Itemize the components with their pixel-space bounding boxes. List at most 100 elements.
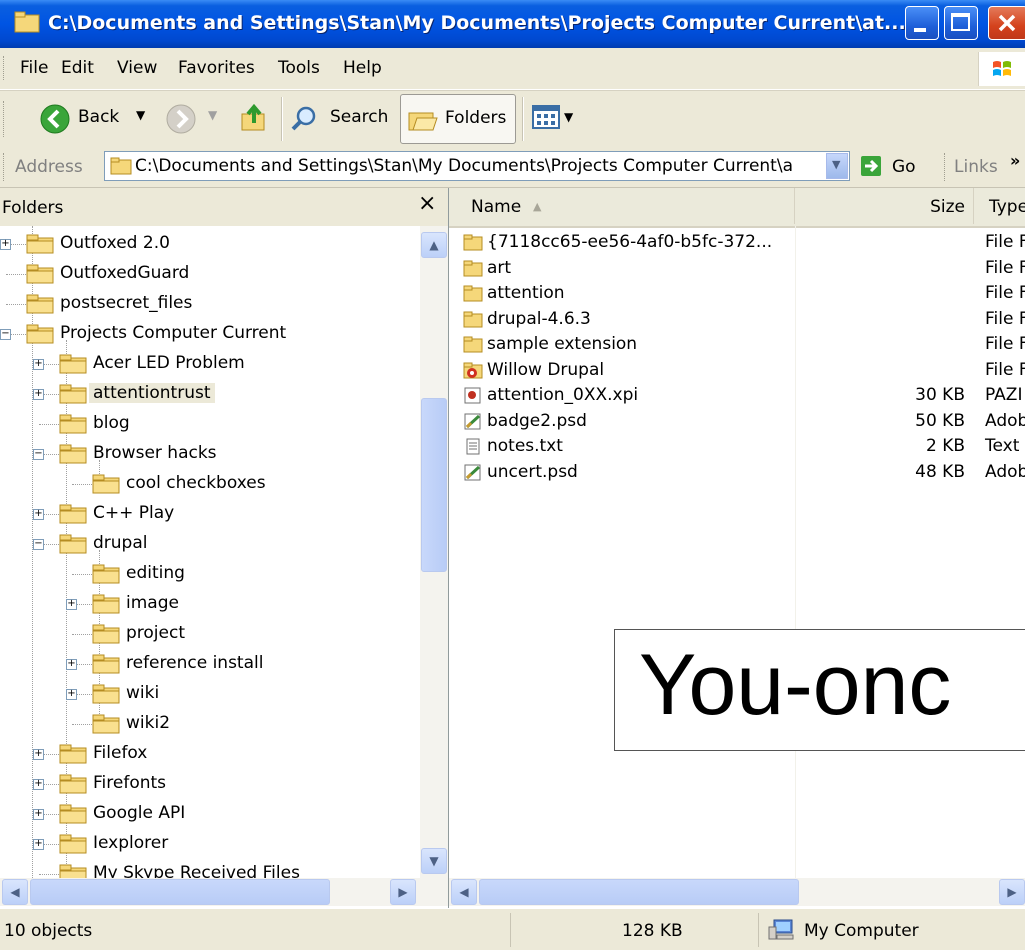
expand-icon[interactable]: +: [33, 839, 44, 850]
folder-icon: [26, 234, 54, 254]
folder-tree-horizontal-scrollbar[interactable]: ◀ ▶: [0, 878, 448, 906]
file-row[interactable]: {7118cc65-ee56-4af0-b5fc-372... File F: [459, 230, 1025, 256]
close-button[interactable]: [988, 6, 1025, 40]
back-arrow-icon: [40, 104, 70, 134]
toolbar-grip[interactable]: [3, 101, 4, 137]
links-chevron-icon[interactable]: »: [1010, 151, 1020, 170]
collapse-icon[interactable]: −: [33, 449, 44, 460]
tree-item[interactable]: + Firefonts: [0, 770, 420, 800]
file-type: PAZI: [985, 385, 1023, 405]
scroll-thumb[interactable]: [30, 879, 330, 905]
views-icon: [532, 105, 560, 129]
file-row[interactable]: Willow Drupal File F: [459, 358, 1025, 384]
scroll-right-button[interactable]: ▶: [999, 879, 1025, 905]
expand-icon[interactable]: +: [66, 689, 77, 700]
menu-tools[interactable]: Tools: [278, 58, 320, 78]
tree-item[interactable]: + Iexplorer: [0, 830, 420, 860]
addressbar-grip[interactable]: [3, 153, 4, 181]
go-label: Go: [892, 157, 916, 177]
expand-icon[interactable]: +: [33, 389, 44, 400]
file-row[interactable]: uncert.psd 48 KB Adob: [459, 460, 1025, 486]
go-button[interactable]: Go: [856, 153, 928, 181]
tree-item[interactable]: − drupal: [0, 530, 420, 560]
psd-file-icon: [463, 464, 483, 481]
forward-button[interactable]: ▼: [166, 95, 226, 141]
menu-help[interactable]: Help: [343, 58, 382, 78]
tree-item-label: cool checkboxes: [126, 473, 266, 493]
file-row[interactable]: sample extension File F: [459, 332, 1025, 358]
tree-item[interactable]: + Filefox: [0, 740, 420, 770]
tree-item[interactable]: − Projects Computer Current: [0, 320, 420, 350]
menu-view[interactable]: View: [117, 58, 157, 78]
column-header-name[interactable]: Name ▲: [449, 188, 795, 224]
tree-item[interactable]: − Browser hacks: [0, 440, 420, 470]
expand-icon[interactable]: +: [33, 779, 44, 790]
file-list-horizontal-scrollbar[interactable]: ◀ ▶: [449, 878, 1025, 906]
address-input[interactable]: C:\Documents and Settings\Stan\My Docume…: [104, 151, 850, 181]
tree-item[interactable]: + attentiontrust: [0, 380, 420, 410]
collapse-icon[interactable]: −: [33, 539, 44, 550]
address-label: Address: [15, 157, 83, 177]
file-row[interactable]: attention_0XX.xpi 30 KB PAZI: [459, 383, 1025, 409]
scroll-down-button[interactable]: ▼: [421, 848, 447, 874]
minimize-button[interactable]: [905, 6, 939, 40]
file-row[interactable]: drupal-4.6.3 File F: [459, 307, 1025, 333]
tree-item[interactable]: + C++ Play: [0, 500, 420, 530]
scroll-right-button[interactable]: ▶: [390, 879, 416, 905]
file-row[interactable]: art File F: [459, 256, 1025, 282]
tree-item[interactable]: + Google API: [0, 800, 420, 830]
expand-icon[interactable]: +: [66, 599, 77, 610]
expand-icon[interactable]: +: [0, 239, 11, 250]
scroll-left-button[interactable]: ◀: [451, 879, 477, 905]
views-button[interactable]: ▼: [530, 101, 586, 135]
links-grip[interactable]: [944, 153, 945, 181]
scroll-thumb[interactable]: [479, 879, 799, 905]
tree-item[interactable]: cool checkboxes: [0, 470, 420, 500]
expand-icon[interactable]: +: [33, 749, 44, 760]
tree-item[interactable]: OutfoxedGuard: [0, 260, 420, 290]
expand-icon[interactable]: +: [33, 809, 44, 820]
links-label[interactable]: Links: [954, 157, 998, 177]
tree-item[interactable]: + Acer LED Problem: [0, 350, 420, 380]
forward-dropdown-icon[interactable]: ▼: [208, 108, 217, 122]
expand-icon[interactable]: +: [33, 509, 44, 520]
file-row[interactable]: attention File F: [459, 281, 1025, 307]
tree-item[interactable]: blog: [0, 410, 420, 440]
menu-grip[interactable]: [3, 56, 7, 80]
expand-icon[interactable]: +: [66, 659, 77, 670]
folders-button[interactable]: Folders: [400, 94, 516, 144]
scroll-left-button[interactable]: ◀: [2, 879, 28, 905]
collapse-icon[interactable]: −: [0, 329, 11, 340]
maximize-button[interactable]: [944, 6, 978, 40]
address-dropdown-button[interactable]: ▼: [826, 153, 848, 179]
folders-pane-close-icon[interactable]: ×: [418, 191, 436, 216]
folder-icon: [463, 311, 483, 328]
title-bar[interactable]: C:\Documents and Settings\Stan\My Docume…: [0, 0, 1025, 48]
back-button[interactable]: Back ▼: [14, 95, 164, 141]
tree-item[interactable]: project: [0, 620, 420, 650]
tree-item[interactable]: My Skype Received Files: [0, 860, 420, 878]
file-row[interactable]: badge2.psd 50 KB Adob: [459, 409, 1025, 435]
tree-item[interactable]: editing: [0, 560, 420, 590]
column-header-type[interactable]: Type: [975, 188, 1025, 224]
menu-file[interactable]: File: [20, 58, 48, 78]
file-row[interactable]: notes.txt 2 KB Text: [459, 434, 1025, 460]
folder-tree-vertical-scrollbar[interactable]: ▲ ▼: [420, 226, 448, 878]
tree-item[interactable]: + image: [0, 590, 420, 620]
tree-item[interactable]: + wiki: [0, 680, 420, 710]
up-folder-icon[interactable]: [240, 103, 270, 133]
status-divider: [758, 913, 759, 947]
folder-tree[interactable]: + Outfoxed 2.0 OutfoxedGuard postsecret_fil…: [0, 226, 420, 878]
tree-item[interactable]: + Outfoxed 2.0: [0, 230, 420, 260]
tree-item[interactable]: + reference install: [0, 650, 420, 680]
back-dropdown-icon[interactable]: ▼: [136, 108, 145, 122]
expand-icon[interactable]: +: [33, 359, 44, 370]
menu-favorites[interactable]: Favorites: [178, 58, 255, 78]
column-header-size[interactable]: Size: [795, 188, 974, 224]
search-button[interactable]: Search: [288, 95, 394, 141]
scroll-up-button[interactable]: ▲: [421, 232, 447, 258]
tree-item[interactable]: postsecret_files: [0, 290, 420, 320]
menu-edit[interactable]: Edit: [61, 58, 94, 78]
tree-item[interactable]: wiki2: [0, 710, 420, 740]
scroll-thumb[interactable]: [421, 398, 447, 572]
